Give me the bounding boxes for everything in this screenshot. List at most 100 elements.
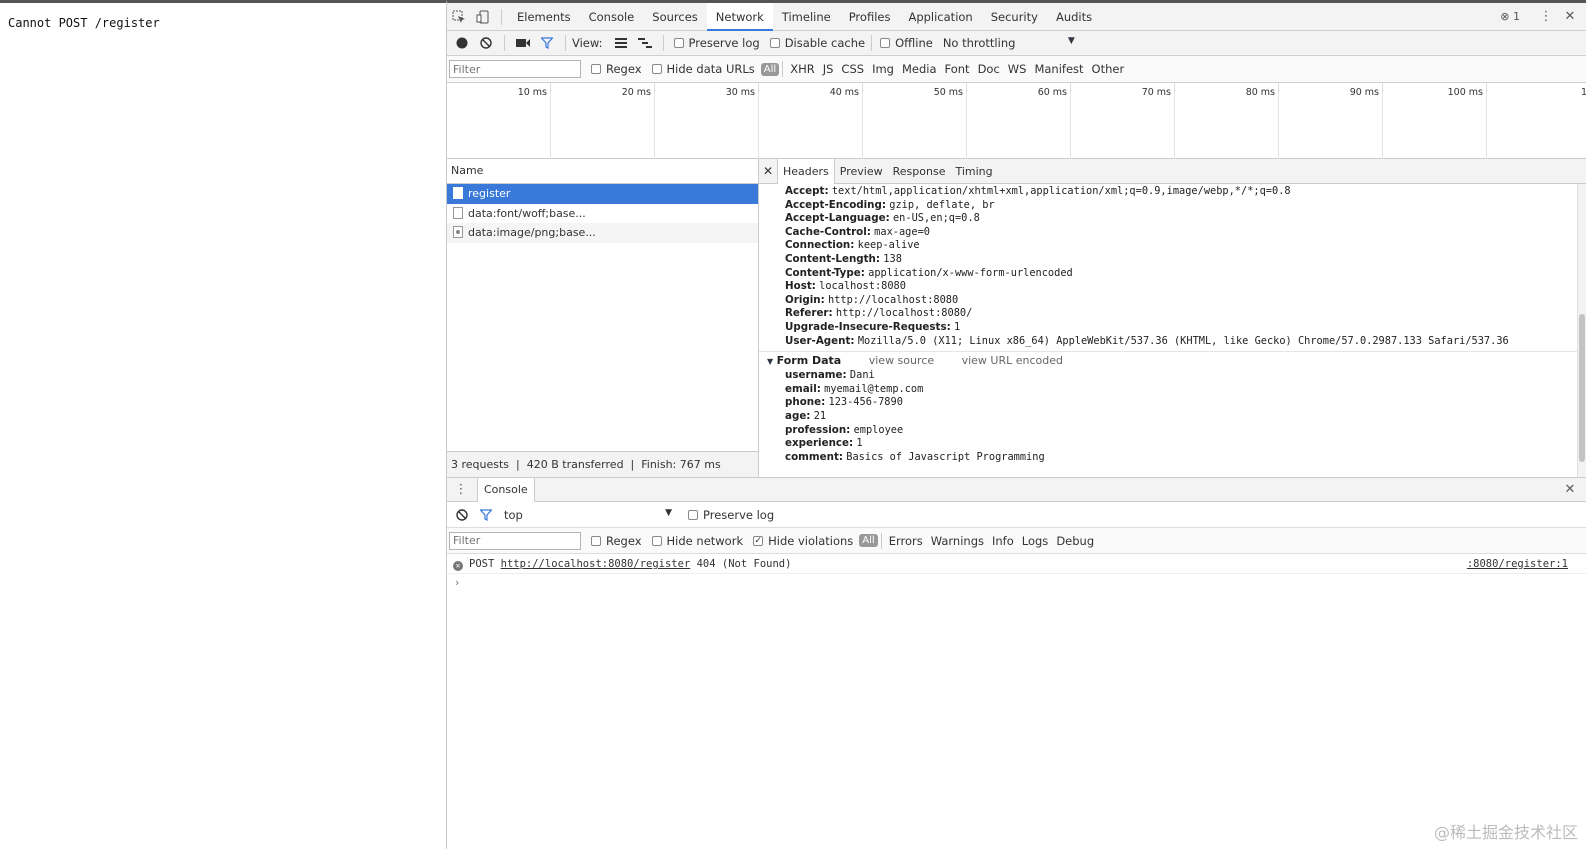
- console-prompt[interactable]: ›: [447, 574, 1586, 592]
- level-errors[interactable]: Errors: [885, 534, 927, 548]
- view-url-encoded-link[interactable]: view URL encoded: [962, 354, 1063, 367]
- level-debug[interactable]: Debug: [1052, 534, 1098, 548]
- filter-type-all[interactable]: All: [760, 62, 780, 76]
- timeline-tick: 110: [1487, 83, 1586, 159]
- filter-type-css[interactable]: CSS: [837, 62, 868, 76]
- clear-console-icon[interactable]: [450, 503, 474, 527]
- tab-audits[interactable]: Audits: [1047, 3, 1101, 31]
- filter-type-other[interactable]: Other: [1088, 62, 1129, 76]
- tab-profiles[interactable]: Profiles: [840, 3, 900, 31]
- console-regex-checkbox[interactable]: [591, 535, 601, 546]
- preserve-log-checkbox[interactable]: [673, 38, 684, 48]
- context-select[interactable]: top ▼: [498, 508, 678, 522]
- offline-checkbox[interactable]: [880, 38, 891, 48]
- console-preserve-log-checkbox[interactable]: [688, 509, 698, 520]
- tab-network[interactable]: Network: [706, 3, 773, 31]
- network-filter-input[interactable]: [449, 60, 581, 78]
- filter-type-img[interactable]: Img: [868, 62, 898, 76]
- close-drawer-icon[interactable]: ✕: [1558, 478, 1582, 502]
- timeline-tick: 90 ms: [1279, 83, 1383, 159]
- scrollbar-thumb[interactable]: [1579, 314, 1585, 462]
- more-menu-icon[interactable]: ⋮: [1534, 5, 1558, 29]
- filter-type-font[interactable]: Font: [941, 62, 974, 76]
- offline-label: Offline: [895, 36, 933, 50]
- close-devtools-icon[interactable]: ✕: [1558, 5, 1582, 29]
- console-toolbar: top ▼ Preserve log: [447, 502, 1586, 528]
- header-key: Referer:: [785, 307, 833, 320]
- tab-response[interactable]: Response: [888, 159, 951, 184]
- clear-icon[interactable]: [474, 31, 498, 55]
- filter-icon[interactable]: [535, 31, 559, 55]
- header-key: Cache-Control:: [785, 225, 871, 238]
- log-url-link[interactable]: http://localhost:8080/register: [501, 558, 691, 570]
- error-icon: ⊗: [1500, 10, 1510, 23]
- tab-console[interactable]: Console: [580, 3, 644, 31]
- header-key: Accept-Language:: [785, 212, 890, 225]
- timeline-tick: 50 ms: [863, 83, 967, 159]
- hide-violations-checkbox[interactable]: [753, 535, 764, 546]
- close-details-icon[interactable]: ✕: [759, 164, 777, 178]
- hide-violations-label: Hide violations: [768, 533, 854, 548]
- request-row[interactable]: data:image/png;base...: [447, 223, 758, 243]
- watermark: @稀土掘金技术社区: [1433, 823, 1578, 842]
- view-source-link[interactable]: view source: [869, 354, 934, 367]
- tab-preview[interactable]: Preview: [835, 159, 888, 184]
- filter-type-doc[interactable]: Doc: [974, 62, 1004, 76]
- header-value: http://localhost:8080/: [835, 307, 973, 320]
- request-row[interactable]: register: [447, 184, 758, 204]
- hide-network-checkbox[interactable]: [651, 535, 662, 546]
- headers-content: Accept: text/html,application/xhtml+xml,…: [759, 184, 1586, 464]
- filter-type-js[interactable]: JS: [819, 62, 838, 76]
- form-field-row: username: Dani: [759, 369, 1586, 383]
- header-value: application/x-www-form-urlencoded: [868, 266, 1073, 279]
- level-info[interactable]: Info: [988, 534, 1018, 548]
- console-regex-label: Regex: [606, 533, 642, 548]
- error-counter[interactable]: ⊗ 1: [1500, 10, 1520, 23]
- tab-console-drawer[interactable]: Console: [477, 477, 535, 502]
- filter-type-media[interactable]: Media: [898, 62, 941, 76]
- chevron-down-icon: ▼: [1067, 36, 1075, 46]
- filter-type-xhr[interactable]: XHR: [786, 62, 819, 76]
- name-column-header[interactable]: Name: [447, 159, 758, 184]
- level-logs[interactable]: Logs: [1018, 534, 1053, 548]
- inspect-element-icon[interactable]: [447, 5, 471, 29]
- drawer-menu-icon[interactable]: ⋮: [449, 478, 473, 502]
- timeline-tick-label: 30 ms: [725, 87, 755, 98]
- header-key: Upgrade-Insecure-Requests:: [785, 320, 951, 333]
- console-filter-icon[interactable]: [474, 503, 498, 527]
- record-icon[interactable]: [450, 31, 474, 55]
- device-toolbar-icon[interactable]: [471, 5, 495, 29]
- tab-headers[interactable]: Headers: [777, 158, 835, 184]
- header-value: gzip, deflate, br: [889, 198, 995, 211]
- tab-timing[interactable]: Timing: [950, 159, 997, 184]
- form-field-value: Dani: [849, 369, 875, 382]
- timeline-tick-label: 10 ms: [517, 87, 547, 98]
- request-row[interactable]: data:font/woff;base...: [447, 204, 758, 224]
- tab-elements[interactable]: Elements: [508, 3, 580, 31]
- waterfall-view-icon[interactable]: [633, 31, 657, 55]
- filter-type-manifest[interactable]: Manifest: [1030, 62, 1087, 76]
- filter-type-ws[interactable]: WS: [1004, 62, 1031, 76]
- regex-checkbox[interactable]: [591, 64, 601, 74]
- throttling-select[interactable]: No throttling ▼: [943, 36, 1075, 50]
- large-rows-icon[interactable]: [609, 31, 633, 55]
- details-scrollbar[interactable]: [1577, 184, 1586, 477]
- tab-timeline[interactable]: Timeline: [773, 3, 840, 31]
- disable-cache-checkbox[interactable]: [769, 38, 780, 48]
- console-filter-input[interactable]: [449, 531, 581, 550]
- tab-sources[interactable]: Sources: [643, 3, 707, 31]
- timeline-tick: 60 ms: [967, 83, 1071, 159]
- form-field-value: 1: [856, 437, 863, 450]
- tab-application[interactable]: Application: [899, 3, 981, 31]
- timeline-overview[interactable]: 10 ms 20 ms 30 ms 40 ms 50 ms 60 ms 70 m…: [447, 83, 1586, 159]
- hide-data-urls-checkbox[interactable]: [651, 64, 662, 74]
- form-data-section-header[interactable]: ▼ Form Data view source view URL encoded: [759, 351, 1586, 369]
- network-filter-bar: Regex Hide data URLs All XHR JS CSS Img …: [447, 56, 1586, 83]
- tab-security[interactable]: Security: [982, 3, 1047, 31]
- capture-screenshots-icon[interactable]: [511, 31, 535, 55]
- form-field-value: 123-456-7890: [828, 396, 903, 409]
- console-level-all[interactable]: All: [859, 534, 878, 547]
- log-source-link[interactable]: :8080/register:1: [1467, 554, 1568, 574]
- level-warnings[interactable]: Warnings: [927, 534, 988, 548]
- form-field-row: age: 21: [759, 410, 1586, 424]
